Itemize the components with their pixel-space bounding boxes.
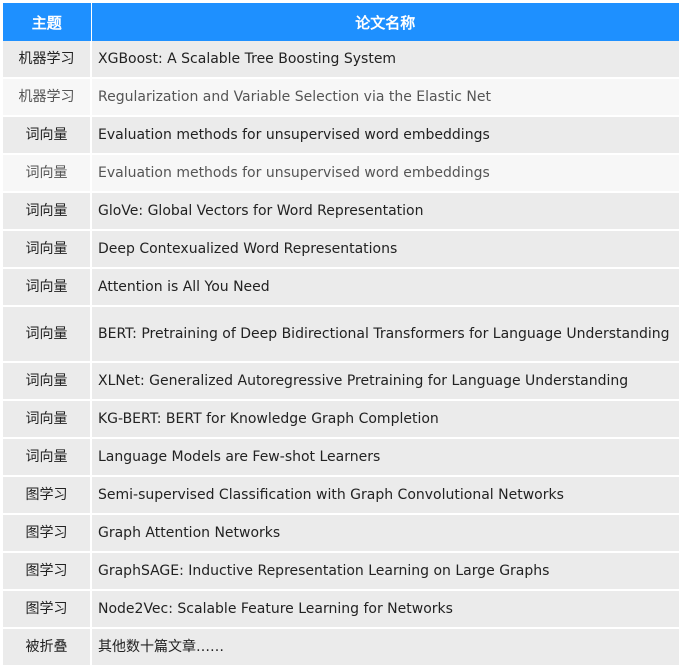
topic-cell: 词向量	[3, 438, 92, 477]
table-row: 图学习 Node2Vec: Scalable Feature Learning …	[3, 590, 679, 629]
topic-cell: 词向量	[3, 268, 92, 307]
paper-title-cell: Node2Vec: Scalable Feature Learning for …	[91, 590, 679, 629]
header-paper-title: 论文名称	[91, 3, 679, 41]
paper-title-cell: Regularization and Variable Selection vi…	[91, 78, 679, 117]
topic-cell: 词向量	[3, 154, 92, 193]
paper-title-cell: 其他数十篇文章……	[91, 628, 679, 667]
topic-cell: 词向量	[3, 306, 92, 363]
table-row: 词向量 GloVe: Global Vectors for Word Repre…	[3, 192, 679, 231]
topic-cell: 图学习	[3, 476, 92, 515]
table-row: 词向量 Evaluation methods for unsupervised …	[3, 154, 679, 193]
topic-cell: 机器学习	[3, 41, 92, 79]
topic-cell: 词向量	[3, 192, 92, 231]
table-header: 主题 论文名称	[3, 3, 679, 41]
paper-title-cell: Semi-supervised Classification with Grap…	[91, 476, 679, 515]
table-row: 机器学习 Regularization and Variable Selecti…	[3, 78, 679, 117]
header-topic: 主题	[3, 3, 92, 41]
topic-cell: 图学习	[3, 514, 92, 553]
topic-cell: 图学习	[3, 590, 92, 629]
table-row: 图学习 Graph Attention Networks	[3, 514, 679, 553]
table-row: 词向量 Evaluation methods for unsupervised …	[3, 116, 679, 155]
papers-table-container: 主题 论文名称 机器学习 XGBoost: A Scalable Tree Bo…	[3, 3, 679, 667]
table-row: 机器学习 XGBoost: A Scalable Tree Boosting S…	[3, 41, 679, 79]
topic-cell: 词向量	[3, 230, 92, 269]
paper-title-cell: XGBoost: A Scalable Tree Boosting System	[91, 41, 679, 79]
table-row: 图学习 GraphSAGE: Inductive Representation …	[3, 552, 679, 591]
paper-title-cell: XLNet: Generalized Autoregressive Pretra…	[91, 362, 679, 401]
topic-cell: 词向量	[3, 362, 92, 401]
paper-title-cell: KG-BERT: BERT for Knowledge Graph Comple…	[91, 400, 679, 439]
paper-title-cell: GraphSAGE: Inductive Representation Lear…	[91, 552, 679, 591]
paper-title-cell: BERT: Pretraining of Deep Bidirectional …	[91, 306, 679, 363]
paper-title-cell: Language Models are Few-shot Learners	[91, 438, 679, 477]
paper-title-cell: Graph Attention Networks	[91, 514, 679, 553]
table-row: 词向量 Deep Contexualized Word Representati…	[3, 230, 679, 269]
table-row: 图学习 Semi-supervised Classification with …	[3, 476, 679, 515]
table-row: 词向量 XLNet: Generalized Autoregressive Pr…	[3, 362, 679, 401]
paper-title-cell: Deep Contexualized Word Representations	[91, 230, 679, 269]
topic-cell: 图学习	[3, 552, 92, 591]
table-row: 被折叠 其他数十篇文章……	[3, 628, 679, 667]
table-row: 词向量 KG-BERT: BERT for Knowledge Graph Co…	[3, 400, 679, 439]
paper-title-cell: Evaluation methods for unsupervised word…	[91, 154, 679, 193]
paper-title-cell: GloVe: Global Vectors for Word Represent…	[91, 192, 679, 231]
table-row: 词向量 Attention is All You Need	[3, 268, 679, 307]
table-row: 词向量 Language Models are Few-shot Learner…	[3, 438, 679, 477]
topic-cell: 机器学习	[3, 78, 92, 117]
paper-title-cell: Evaluation methods for unsupervised word…	[91, 116, 679, 155]
topic-cell: 被折叠	[3, 628, 92, 667]
paper-title-cell: Attention is All You Need	[91, 268, 679, 307]
header-row: 主题 论文名称	[3, 3, 679, 41]
topic-cell: 词向量	[3, 400, 92, 439]
topic-cell: 词向量	[3, 116, 92, 155]
papers-table: 主题 论文名称 机器学习 XGBoost: A Scalable Tree Bo…	[3, 3, 679, 667]
table-row: 词向量 BERT: Pretraining of Deep Bidirectio…	[3, 306, 679, 363]
table-body: 机器学习 XGBoost: A Scalable Tree Boosting S…	[3, 41, 679, 667]
